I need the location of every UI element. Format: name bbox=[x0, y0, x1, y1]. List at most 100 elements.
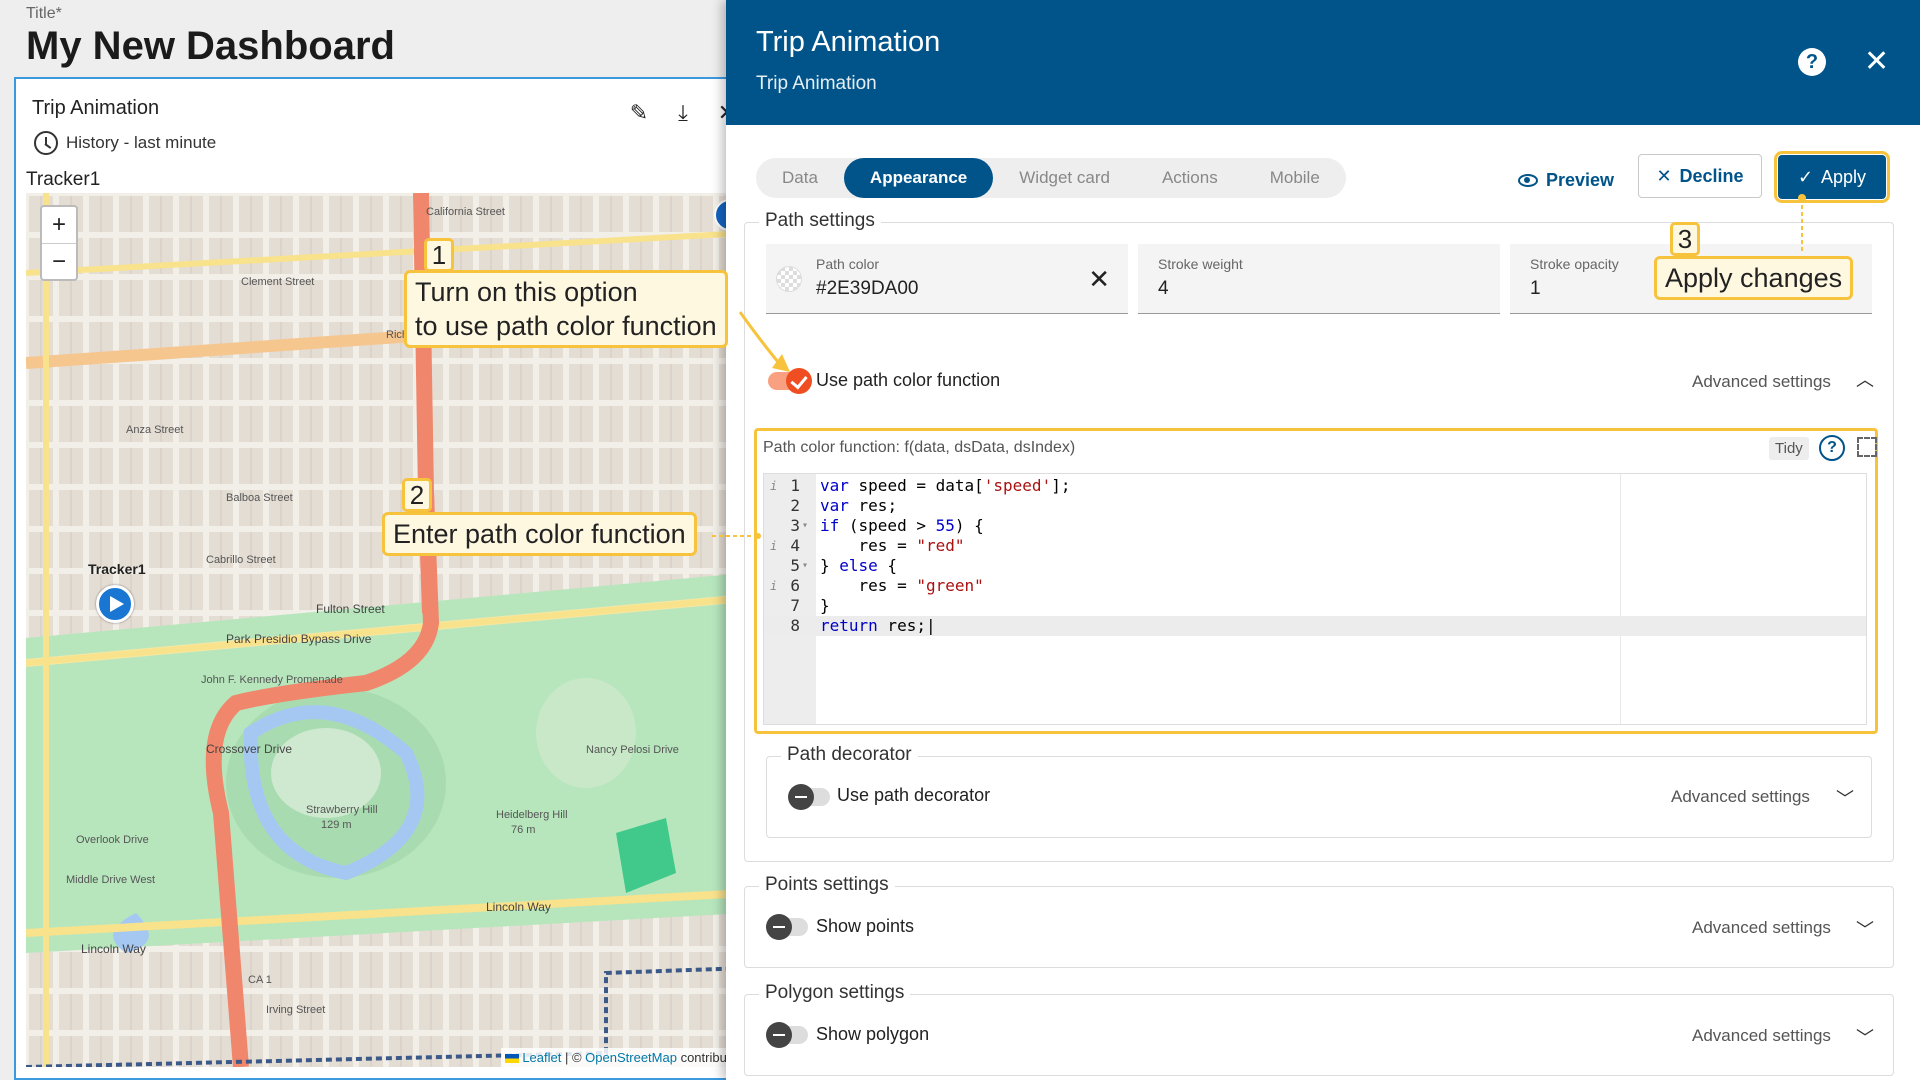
tab-actions[interactable]: Actions bbox=[1136, 158, 1244, 198]
map-label-nancy: Nancy Pelosi Drive bbox=[586, 744, 679, 756]
code-line: 8 return res;| bbox=[764, 616, 1866, 636]
osm-link[interactable]: OpenStreetMap bbox=[585, 1050, 677, 1065]
widget-settings-panel: Trip Animation Trip Animation ? ✕ Data A… bbox=[726, 0, 1920, 1080]
decline-label: Decline bbox=[1679, 165, 1744, 186]
attribution-separator: | © bbox=[561, 1050, 586, 1065]
map-label-clement: Clement Street bbox=[241, 276, 314, 288]
map-label-jfk: John F. Kennedy Promenade bbox=[201, 674, 343, 686]
tab-appearance[interactable]: Appearance bbox=[843, 158, 994, 198]
leaflet-link[interactable]: Leaflet bbox=[522, 1050, 561, 1065]
function-editor-label: Path color function: f(data, dsData, dsI… bbox=[763, 439, 1076, 456]
settings-tabs: Data Appearance Widget card Actions Mobi… bbox=[756, 158, 1346, 198]
polygon-settings-legend: Polygon settings bbox=[759, 982, 911, 1004]
fold-icon[interactable]: ▾ bbox=[802, 516, 808, 536]
callout-3-number: 3 bbox=[1670, 222, 1700, 256]
preview-label: Preview bbox=[1546, 170, 1615, 190]
ukraine-flag-icon bbox=[505, 1054, 520, 1064]
color-swatch-icon[interactable] bbox=[776, 266, 802, 292]
map-label-irving: Irving Street bbox=[266, 1004, 325, 1016]
panel-header: Trip Animation Trip Animation ? ✕ bbox=[726, 0, 1920, 125]
stroke-opacity-label: Stroke opacity bbox=[1530, 256, 1619, 272]
widget-timewindow[interactable]: History - last minute bbox=[34, 131, 216, 155]
callout-3: Apply changes bbox=[1654, 256, 1854, 300]
clock-icon bbox=[34, 131, 58, 155]
map-label-heidelberg-height: 76 m bbox=[511, 824, 535, 836]
tracker-marker-icon[interactable] bbox=[96, 585, 134, 623]
clear-color-icon[interactable]: ✕ bbox=[1088, 264, 1110, 295]
tidy-button[interactable]: Tidy bbox=[1769, 437, 1809, 460]
use-path-color-function-label: Use path color function bbox=[816, 370, 1001, 390]
decline-x-icon: ✕ bbox=[1656, 165, 1672, 186]
stroke-weight-label: Stroke weight bbox=[1158, 256, 1243, 272]
stroke-opacity-value: 1 bbox=[1530, 278, 1541, 299]
map-label-ca1: CA 1 bbox=[248, 974, 272, 986]
map-label-park-presidio: Park Presidio Bypass Drive bbox=[226, 632, 372, 646]
check-icon: ✓ bbox=[1797, 166, 1814, 187]
panel-title: Trip Animation bbox=[756, 26, 941, 58]
show-points-label: Show points bbox=[816, 916, 915, 936]
dashboard-title-label: Title* bbox=[26, 5, 62, 22]
use-path-decorator-label: Use path decorator bbox=[837, 785, 991, 805]
stroke-weight-value: 4 bbox=[1158, 278, 1169, 299]
tab-data[interactable]: Data bbox=[756, 158, 844, 198]
tab-widget-card[interactable]: Widget card bbox=[993, 158, 1136, 198]
eye-icon bbox=[1518, 173, 1538, 187]
editor-help-icon[interactable]: ? bbox=[1819, 435, 1845, 461]
show-polygon-toggle[interactable] bbox=[766, 1022, 808, 1048]
map-label-fulton: Fulton Street bbox=[316, 602, 385, 616]
polygon-advanced-settings[interactable]: Advanced settings bbox=[1692, 1026, 1831, 1046]
apply-button[interactable]: ✓ Apply bbox=[1774, 151, 1890, 203]
path-advanced-settings[interactable]: Advanced settings bbox=[1692, 372, 1831, 392]
callout-1-line1: Turn on this option bbox=[415, 277, 638, 307]
callout-2-number: 2 bbox=[402, 478, 432, 512]
map-label-middle: Middle Drive West bbox=[66, 874, 155, 886]
dashboard-title[interactable]: My New Dashboard bbox=[26, 24, 395, 69]
use-path-decorator-toggle[interactable] bbox=[788, 784, 830, 810]
toggle-knob bbox=[788, 784, 814, 810]
download-icon[interactable]: ⤓ bbox=[672, 101, 694, 125]
close-icon[interactable]: ✕ bbox=[716, 101, 726, 125]
map-label-overlook: Overlook Drive bbox=[76, 834, 149, 846]
trip-animation-widget[interactable]: Trip Animation History - last minute ✎ ⤓… bbox=[14, 77, 726, 1080]
edit-icon[interactable]: ✎ bbox=[628, 101, 650, 125]
map-label-lincoln-right: Lincoln Way bbox=[486, 900, 551, 914]
code-line: i6 res = "green" bbox=[770, 576, 984, 595]
fullscreen-icon[interactable] bbox=[1857, 437, 1877, 457]
attribution-suffix: contributor bbox=[680, 1050, 726, 1065]
path-color-field[interactable]: Path color #2E39DA00 ✕ bbox=[766, 244, 1128, 314]
widget-title: Trip Animation bbox=[32, 97, 160, 119]
tab-mobile[interactable]: Mobile bbox=[1244, 158, 1346, 198]
map-label-strawberry-height: 129 m bbox=[321, 819, 352, 831]
chevron-up-icon[interactable]: ︿ bbox=[1856, 366, 1874, 392]
zoom-control: + − bbox=[40, 205, 78, 281]
points-advanced-settings[interactable]: Advanced settings bbox=[1692, 918, 1831, 938]
callout-1-number: 1 bbox=[424, 238, 454, 272]
code-line: 7} bbox=[790, 596, 830, 615]
code-editor[interactable]: i 1 var speed = data['speed']; 2 var res; 3… bbox=[763, 473, 1867, 725]
close-icon[interactable]: ✕ bbox=[1864, 44, 1889, 79]
path-color-label: Path color bbox=[816, 256, 880, 272]
chevron-down-icon[interactable]: ﹀ bbox=[1856, 1024, 1874, 1050]
show-points-toggle[interactable] bbox=[766, 914, 808, 940]
path-settings-legend: Path settings bbox=[759, 210, 881, 232]
fold-icon[interactable]: ▾ bbox=[802, 556, 808, 576]
zoom-out-button[interactable]: − bbox=[42, 244, 76, 281]
help-icon[interactable]: ? bbox=[1798, 48, 1826, 76]
stroke-weight-field[interactable]: Stroke weight 4 bbox=[1138, 244, 1500, 314]
map-label-strawberry: Strawberry Hill bbox=[306, 804, 378, 816]
map-label-crossover: Crossover Drive bbox=[206, 742, 292, 756]
decorator-advanced-settings[interactable]: Advanced settings bbox=[1671, 787, 1810, 807]
decline-button[interactable]: ✕ Decline bbox=[1638, 154, 1762, 198]
tracker-marker-label: Tracker1 bbox=[88, 561, 146, 577]
chevron-down-icon[interactable]: ﹀ bbox=[1836, 785, 1854, 811]
timewindow-label: History - last minute bbox=[66, 133, 217, 152]
chevron-down-icon[interactable]: ﹀ bbox=[1856, 916, 1874, 942]
zoom-in-button[interactable]: + bbox=[42, 207, 76, 244]
show-polygon-label: Show polygon bbox=[816, 1024, 930, 1044]
code-line: i4 res = "red" bbox=[770, 536, 965, 555]
path-decorator-legend: Path decorator bbox=[781, 744, 918, 766]
preview-button[interactable]: Preview bbox=[1518, 160, 1614, 200]
map-label-cabrillo: Cabrillo Street bbox=[206, 554, 276, 566]
use-path-color-function-toggle[interactable] bbox=[768, 368, 812, 394]
path-color-function-editor: Path color function: f(data, dsData, dsI… bbox=[754, 428, 1878, 734]
